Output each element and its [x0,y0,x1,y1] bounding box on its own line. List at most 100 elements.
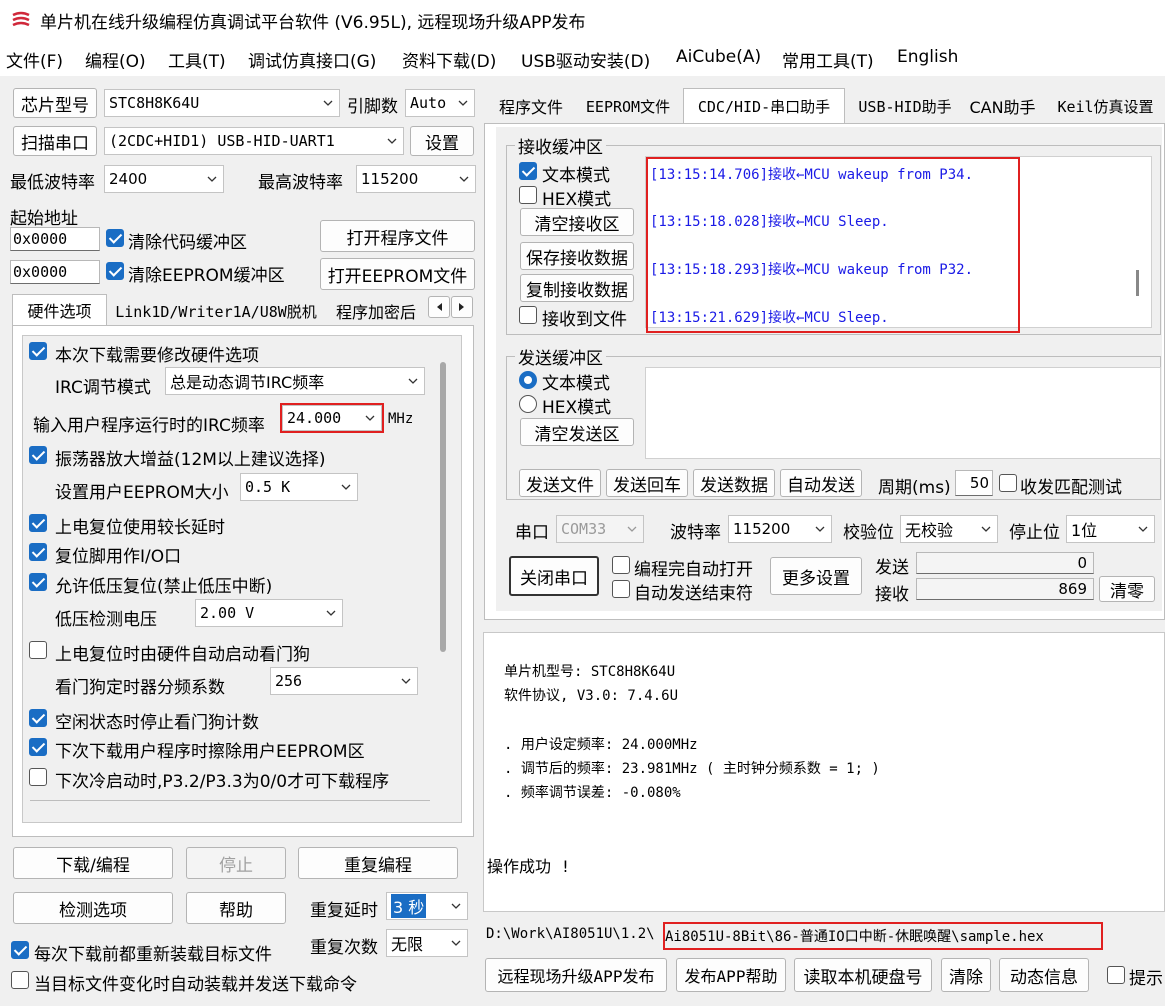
tab-scroll-right-button[interactable] [451,296,473,318]
modify-hw-checkbox[interactable] [29,342,47,360]
chip-type-select[interactable]: STC8H8K64U [104,89,340,117]
dynamic-info-button[interactable]: 动态信息 [999,958,1089,992]
max-baud-select[interactable]: 115200 [356,165,476,193]
open-program-file-button[interactable]: 打开程序文件 [320,220,475,252]
rx-hex-mode-checkbox[interactable] [519,186,537,204]
menu-english[interactable]: English [897,47,958,67]
max-baud-label: 最高波特率 [258,173,343,193]
repeat-delay-select[interactable]: 3 秒 [386,892,468,920]
auto-reload-checkbox[interactable] [11,971,29,989]
erase-eeprom-checkbox[interactable] [29,738,47,756]
menu-common-tools[interactable]: 常用工具(T) [782,47,874,72]
chevron-down-icon [451,940,461,946]
read-disk-id-button[interactable]: 读取本机硬盘号 [794,958,932,992]
open-eeprom-file-button[interactable]: 打开EEPROM文件 [320,258,475,290]
chip-type-value: STC8H8K64U [109,94,200,112]
clear-counts-button[interactable]: 清零 [1099,576,1155,602]
baud-rate-label: 波特率 [670,523,721,543]
parity-select[interactable]: 无校验 [900,515,998,543]
tab-usb-hid[interactable]: USB-HID助手 [850,91,960,121]
eeprom-size-select[interactable]: 0.5 K [240,473,358,501]
min-baud-select[interactable]: 2400 [104,165,224,193]
check-options-button[interactable]: 检测选项 [13,892,173,924]
pin-count-select[interactable]: Auto [405,89,475,117]
clear-code-checkbox[interactable] [106,229,124,247]
tab-serial-assistant[interactable]: CDC/HID-串口助手 [683,88,845,124]
tx-text-mode-radio[interactable] [519,371,537,389]
menu-file[interactable]: 文件(F) [6,47,63,72]
help-button[interactable]: 帮助 [186,892,286,924]
auto-open-checkbox[interactable] [612,556,630,574]
more-settings-button[interactable]: 更多设置 [770,557,862,595]
eeprom-address-input[interactable]: 0x0000 [10,260,100,284]
wdt-divider-select[interactable]: 256 [270,667,418,695]
chip-type-button[interactable]: 芯片型号 [13,88,97,118]
menu-debug-interface[interactable]: 调试仿真接口(G) [248,47,376,72]
tx-hex-mode-radio[interactable] [519,395,537,413]
idle-wdt-checkbox[interactable] [29,709,47,727]
menu-downloads[interactable]: 资料下载(D) [402,47,496,72]
download-program-button[interactable]: 下载/编程 [13,847,173,879]
long-delay-checkbox[interactable] [29,514,47,532]
tab-offline-writer[interactable]: Link1D/Writer1A/U8W脱机 [108,297,324,325]
repeat-delay-label: 重复延时 [310,901,378,921]
baud-rate-select[interactable]: 115200 [728,515,832,543]
port-select[interactable]: (2CDC+HID1) USB-HID-UART1 [104,127,404,155]
receive-scrollbar[interactable] [1136,270,1139,296]
remote-upgrade-button[interactable]: 远程现场升级APP发布 [485,958,667,992]
rx-text-mode-checkbox[interactable] [519,162,537,180]
tab-encryption[interactable]: 程序加密后 [332,297,428,325]
tab-keil-settings[interactable]: Keil仿真设置 [1046,91,1165,121]
hardware-options-scrollbar[interactable] [440,362,446,652]
tab-program-file[interactable]: 程序文件 [490,91,572,121]
repeat-count-select[interactable]: 无限 [386,929,468,957]
tab-hardware-options[interactable]: 硬件选项 [12,294,107,326]
wdt-divider-label: 看门狗定时器分频系数 [55,678,225,698]
rx-to-file-checkbox[interactable] [519,306,537,324]
stop-bits-label: 停止位 [1009,523,1060,543]
code-address-input[interactable]: 0x0000 [10,227,100,251]
tab-eeprom-file[interactable]: EEPROM文件 [578,91,678,121]
lvr-checkbox[interactable] [29,573,47,591]
menu-program[interactable]: 编程(O) [85,47,146,72]
clear-eeprom-checkbox[interactable] [106,262,124,280]
repeat-count-label: 重复次数 [310,938,378,958]
repeat-program-button[interactable]: 重复编程 [298,847,458,879]
rx-text-mode-label: 文本模式 [542,166,610,186]
cold-boot-checkbox[interactable] [29,768,47,786]
wdt-auto-checkbox[interactable] [29,641,47,659]
tab-scroll-left-button[interactable] [428,296,450,318]
stop-bits-select[interactable]: 1位 [1066,515,1155,543]
osc-gain-checkbox[interactable] [29,446,47,464]
send-cr-button[interactable]: 发送回车 [606,469,688,497]
auto-send-button[interactable]: 自动发送 [780,469,862,497]
auto-send-end-checkbox[interactable] [612,580,630,598]
reload-each-checkbox[interactable] [11,941,29,959]
period-input[interactable]: 50 [955,470,993,496]
reset-io-checkbox[interactable] [29,543,47,561]
com-port-select[interactable]: COM33 [556,515,644,543]
send-file-button[interactable]: 发送文件 [519,469,601,497]
lvd-select[interactable]: 2.00 V [195,599,343,627]
port-settings-button[interactable]: 设置 [410,126,474,156]
menu-usb-driver[interactable]: USB驱动安装(D) [521,47,650,72]
clear-log-button[interactable]: 清除 [941,958,991,992]
close-port-button[interactable]: 关闭串口 [509,556,599,596]
menu-tools[interactable]: 工具(T) [168,47,226,72]
clear-send-button[interactable]: 清空发送区 [520,418,634,446]
scan-port-button[interactable]: 扫描串口 [13,126,97,156]
clear-receive-button[interactable]: 清空接收区 [520,208,634,236]
send-text-area[interactable] [645,367,1161,459]
app-help-button[interactable]: 发布APP帮助 [676,958,786,992]
irc-mode-select[interactable]: 总是动态调节IRC频率 [165,367,425,395]
save-receive-button[interactable]: 保存接收数据 [520,242,634,270]
tab-can[interactable]: CAN助手 [965,91,1040,121]
copy-receive-button[interactable]: 复制接收数据 [520,274,634,302]
match-test-checkbox[interactable] [999,474,1017,492]
stop-button[interactable]: 停止 [186,847,286,879]
send-data-button[interactable]: 发送数据 [693,469,775,497]
tips-checkbox[interactable] [1107,966,1125,984]
menu-aicube[interactable]: AiCube(A) [676,47,761,67]
irc-frequency-unit: MHz [388,411,414,427]
title-bar: 单片机在线升级编程仿真调试平台软件 (V6.95L), 远程现场升级APP发布 [0,0,1165,40]
